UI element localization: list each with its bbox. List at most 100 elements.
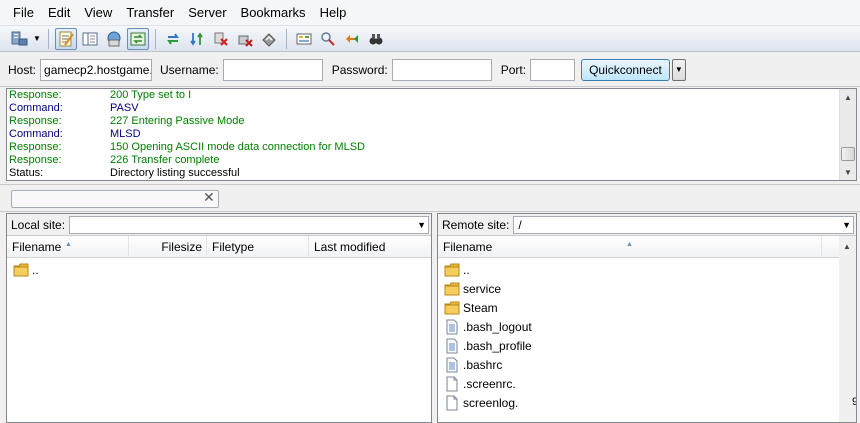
cancel-icon[interactable] [210, 28, 232, 50]
log-type: Response: [9, 154, 62, 166]
folder-icon [444, 281, 460, 297]
refresh-icon[interactable] [162, 28, 184, 50]
search-icon[interactable] [365, 28, 387, 50]
log-type: Response: [9, 89, 62, 101]
remote-site-label: Remote site: [442, 217, 510, 232]
scroll-up-icon[interactable]: ▲ [839, 238, 855, 254]
log-message: MLSD [110, 128, 141, 140]
directory-compare-icon[interactable] [293, 28, 315, 50]
remote-panel: Remote site: / ▼ Filename ▲ .. service Stea… [437, 213, 857, 423]
host-label: Host: [8, 62, 37, 77]
col-filename[interactable]: Filename ▲ [438, 236, 822, 258]
log-type: Command: [9, 128, 63, 140]
log-type: Command: [9, 102, 63, 114]
remote-tree-toggle-icon[interactable] [103, 28, 125, 50]
chevron-down-icon[interactable]: ▼ [417, 217, 426, 233]
menu-server[interactable]: Server [181, 0, 233, 26]
file-name: .bashrc [463, 357, 503, 372]
file-row[interactable]: Steam [438, 298, 856, 317]
text-file-icon [444, 319, 460, 335]
menu-edit[interactable]: Edit [41, 0, 77, 26]
file-row[interactable]: .. [438, 260, 856, 279]
log-message: Directory listing successful [110, 167, 240, 179]
sort-arrow-icon: ▲ [626, 241, 633, 248]
file-name: .screenrc. [463, 376, 516, 391]
file-row[interactable]: .bashrc [438, 355, 856, 374]
file-row[interactable]: .bash_logout [438, 317, 856, 336]
close-icon[interactable]: ✕ [203, 189, 215, 206]
file-icon [444, 395, 460, 411]
username-label: Username: [160, 62, 219, 77]
menu-help[interactable]: Help [313, 0, 354, 26]
local-column-header: Filename ▲ Filesize Filetype Last modifie… [7, 236, 431, 258]
scroll-thumb[interactable] [841, 147, 855, 161]
file-name: .. [32, 262, 39, 277]
host-input[interactable]: gamecp2.hostgame.r [40, 58, 153, 81]
log-type: Response: [9, 115, 62, 127]
folder-icon [13, 262, 29, 278]
col-filetype[interactable]: Filetype [207, 236, 309, 258]
col-filename[interactable]: Filename ▲ [7, 236, 129, 258]
sync-browsing-icon[interactable] [341, 28, 363, 50]
scroll-up-icon[interactable]: ▲ [840, 89, 856, 105]
file-name: .bash_logout [463, 319, 532, 334]
menu-file[interactable]: File [6, 0, 41, 26]
menu-view[interactable]: View [77, 0, 119, 26]
file-row[interactable]: .screenrc. [438, 374, 856, 393]
text-file-icon [444, 357, 460, 373]
disconnect-icon[interactable] [234, 28, 256, 50]
scroll-down-icon[interactable]: ▼ [840, 164, 856, 180]
strip-input[interactable] [11, 190, 219, 208]
file-row[interactable]: .bash_profile [438, 336, 856, 355]
username-input[interactable] [222, 58, 323, 81]
sort-arrow-icon: ▲ [65, 241, 72, 248]
file-row[interactable]: service [438, 279, 856, 298]
text-file-icon [444, 338, 460, 354]
message-log-scrollbar[interactable]: ▲ ▼ [839, 89, 856, 180]
local-site-path[interactable]: ▼ [69, 215, 429, 234]
local-tree-toggle-icon[interactable] [79, 28, 101, 50]
folder-icon [444, 262, 460, 278]
menu-transfer[interactable]: Transfer [119, 0, 181, 26]
quickconnect-bar: Host: gamecp2.hostgame.r Username: Passw… [0, 53, 860, 87]
toolbar-separator [286, 28, 287, 49]
remote-site-path[interactable]: / ▼ [513, 215, 854, 234]
remote-scrollbar[interactable]: ▲ [839, 236, 856, 422]
site-manager-icon[interactable] [8, 28, 30, 50]
password-label: Password: [331, 62, 388, 77]
toolbar-separator [155, 28, 156, 49]
remote-column-header: Filename ▲ [438, 236, 856, 258]
log-message: 226 Transfer complete [110, 154, 220, 166]
quickconnect-button[interactable]: Quickconnect [581, 58, 670, 81]
quickconnect-dropdown-icon[interactable]: ▼ [671, 58, 686, 81]
truncated-cell-text: 9 [852, 396, 856, 408]
menu-bookmarks[interactable]: Bookmarks [234, 0, 313, 26]
reconnect-icon[interactable] [258, 28, 280, 50]
message-log[interactable]: Response: 200 Type set to I Command: PASV Re… [6, 88, 857, 181]
col-last-modified[interactable]: Last modified [309, 236, 431, 258]
local-site-row: Local site: ▼ [7, 214, 431, 236]
port-input[interactable] [530, 58, 576, 81]
remote-path-text: / [518, 217, 522, 232]
col-filesize[interactable]: Filesize [129, 236, 207, 258]
port-label: Port: [500, 62, 527, 77]
password-input[interactable] [391, 58, 492, 81]
toolbar: ▼ [0, 26, 860, 52]
log-message: PASV [110, 102, 139, 114]
file-name: .. [463, 262, 470, 277]
log-type: Response: [9, 141, 62, 153]
folder-icon [444, 300, 460, 316]
file-name: Steam [463, 300, 498, 315]
site-manager-dropdown-icon[interactable]: ▼ [32, 28, 42, 50]
message-log-toggle-icon[interactable] [55, 27, 77, 50]
transfer-queue-toggle-icon[interactable] [127, 27, 149, 50]
file-row[interactable]: screenlog. [438, 393, 856, 412]
process-queue-icon[interactable] [186, 28, 208, 50]
file-row[interactable]: .. [7, 260, 431, 279]
filter-icon[interactable] [317, 28, 339, 50]
log-message: 227 Entering Passive Mode [110, 115, 245, 127]
chevron-down-icon[interactable]: ▼ [842, 217, 851, 233]
file-name: .bash_profile [463, 338, 532, 353]
log-message: 200 Type set to I [110, 89, 192, 101]
local-panel: Local site: ▼ Filename ▲ Filesize Filetyp… [6, 213, 432, 423]
